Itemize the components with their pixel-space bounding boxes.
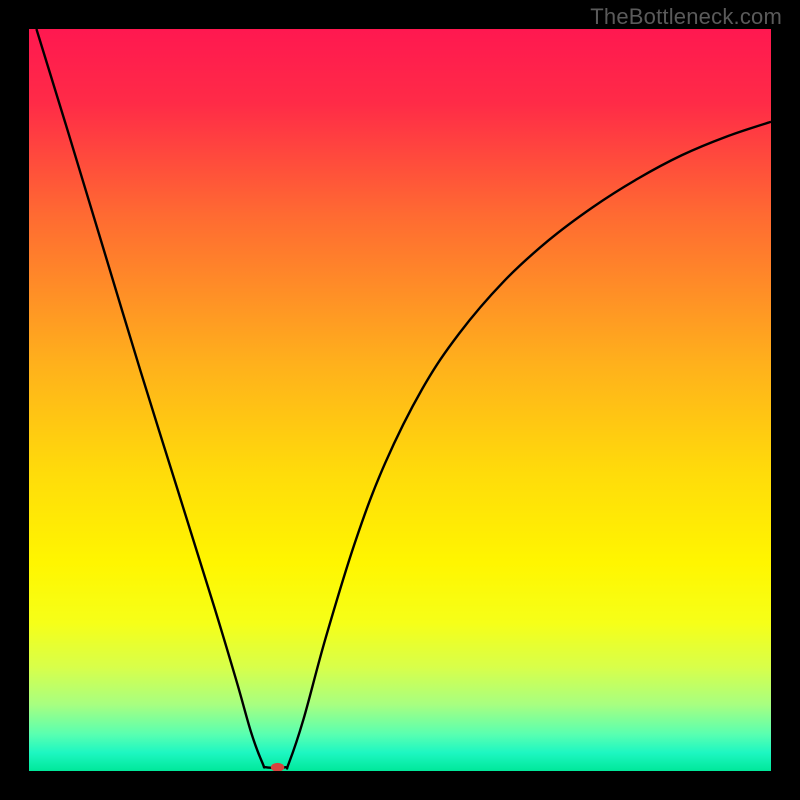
chart-plot-area — [29, 29, 771, 771]
chart-background — [29, 29, 771, 771]
chart-svg — [29, 29, 771, 771]
watermark-text: TheBottleneck.com — [590, 4, 782, 30]
